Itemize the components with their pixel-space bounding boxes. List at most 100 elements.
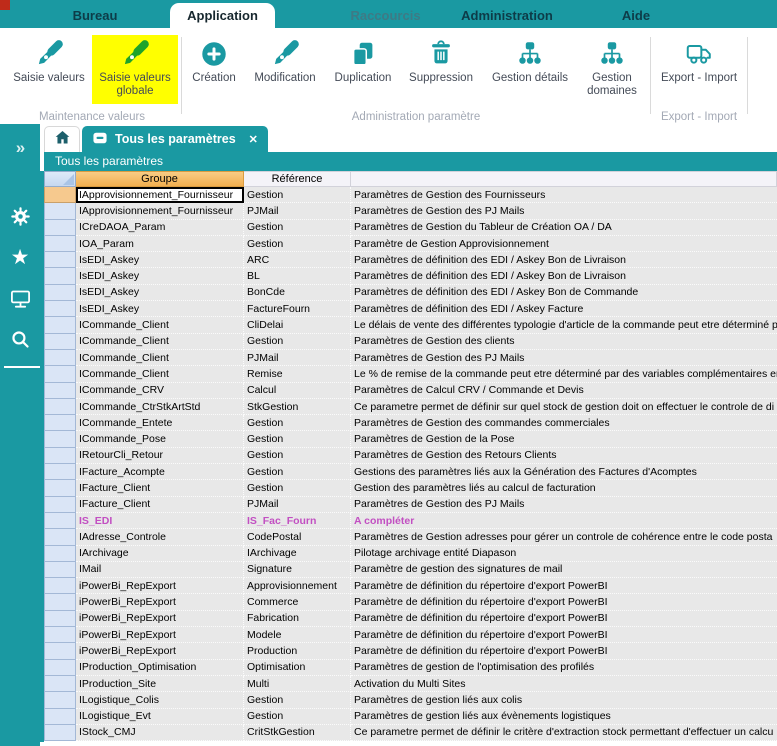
row-selector[interactable] <box>44 497 76 513</box>
row-selector[interactable] <box>44 383 76 399</box>
cell-groupe[interactable]: IFacture_Client <box>76 497 244 513</box>
cell-designation[interactable]: Paramètre de Gestion Approvisionnement <box>351 236 777 252</box>
cell-groupe[interactable]: ICommande_CRV <box>76 383 244 399</box>
cell-groupe[interactable]: IsEDI_Askey <box>76 268 244 284</box>
monitor-icon[interactable] <box>0 286 40 311</box>
cell-reference[interactable]: PJMail <box>244 497 351 513</box>
cell-designation[interactable]: Paramètres de Gestion de la Pose <box>351 431 777 447</box>
cell-reference[interactable]: ARC <box>244 252 351 268</box>
cell-designation[interactable]: Paramètres de Gestion des clients <box>351 334 777 350</box>
row-selector[interactable] <box>44 187 76 203</box>
ribbon-button-suppression[interactable]: Suppression <box>399 35 483 104</box>
cell-reference[interactable]: Gestion <box>244 431 351 447</box>
cell-reference[interactable]: Gestion <box>244 448 351 464</box>
cell-designation[interactable]: Paramètres de définition des EDI / Askey… <box>351 268 777 284</box>
cell-groupe[interactable]: IsEDI_Askey <box>76 301 244 317</box>
row-selector[interactable] <box>44 464 76 480</box>
cell-groupe[interactable]: IOA_Param <box>76 236 244 252</box>
cell-groupe[interactable]: ICreDAOA_Param <box>76 220 244 236</box>
cell-groupe[interactable]: IProduction_Site <box>76 676 244 692</box>
cell-groupe[interactable]: IProduction_Optimisation <box>76 660 244 676</box>
row-selector[interactable] <box>44 203 76 219</box>
cell-reference[interactable]: Gestion <box>244 464 351 480</box>
cell-reference[interactable]: CritStkGestion <box>244 725 351 741</box>
cell-designation[interactable]: Paramètre de définition du répertoire d'… <box>351 627 777 643</box>
cell-groupe[interactable]: ICommande_Client <box>76 317 244 333</box>
select-all-corner[interactable] <box>44 171 76 187</box>
row-selector[interactable] <box>44 611 76 627</box>
cell-designation[interactable]: Gestions des paramètres liés aux la Géné… <box>351 464 777 480</box>
cell-reference[interactable]: BonCde <box>244 285 351 301</box>
cell-reference[interactable]: CliDelai <box>244 317 351 333</box>
row-selector[interactable] <box>44 236 76 252</box>
cell-designation[interactable]: Paramètre de gestion des signatures de m… <box>351 562 777 578</box>
row-selector[interactable] <box>44 513 76 529</box>
cell-designation[interactable]: Le % de remise de la commande peut etre … <box>351 366 777 382</box>
cell-designation[interactable]: Paramètres de Gestion des PJ Mails <box>351 497 777 513</box>
cell-designation[interactable]: Paramètres de définition des EDI / Askey… <box>351 301 777 317</box>
cell-designation[interactable]: Ce parametre permet de définir sur quel … <box>351 399 777 415</box>
row-selector[interactable] <box>44 594 76 610</box>
cell-reference[interactable]: Signature <box>244 562 351 578</box>
cell-reference[interactable]: Production <box>244 643 351 659</box>
ribbon-button-creation[interactable]: Création <box>185 35 243 104</box>
menu-item-raccourcis[interactable]: Raccourcis <box>333 4 438 28</box>
ribbon-button-export-import[interactable]: Export - Import <box>654 35 744 104</box>
cell-groupe[interactable]: IMail <box>76 562 244 578</box>
cell-groupe[interactable]: ICommande_Client <box>76 334 244 350</box>
cell-groupe[interactable]: iPowerBi_RepExport <box>76 594 244 610</box>
ribbon-button-gestion-domaines[interactable]: Gestion domaines <box>577 35 647 104</box>
star-icon[interactable]: ★ <box>0 247 40 268</box>
ribbon-button-saisie-valeurs-globale[interactable]: Saisie valeurs globale <box>92 35 178 104</box>
row-selector[interactable] <box>44 725 76 741</box>
cell-reference[interactable]: Modele <box>244 627 351 643</box>
row-selector[interactable] <box>44 431 76 447</box>
cell-designation[interactable]: Paramètre de définition du répertoire d'… <box>351 611 777 627</box>
cell-groupe[interactable]: IsEDI_Askey <box>76 285 244 301</box>
column-header-reference[interactable]: Référence <box>244 171 351 187</box>
cell-groupe[interactable]: iPowerBi_RepExport <box>76 578 244 594</box>
cell-reference[interactable]: Optimisation <box>244 660 351 676</box>
cell-reference[interactable]: Fabrication <box>244 611 351 627</box>
cell-designation[interactable]: Activation du Multi Sites <box>351 676 777 692</box>
row-selector[interactable] <box>44 317 76 333</box>
cell-reference[interactable]: Multi <box>244 676 351 692</box>
cell-designation[interactable]: Pilotage archivage entité Diapason <box>351 546 777 562</box>
row-selector[interactable] <box>44 350 76 366</box>
row-selector[interactable] <box>44 529 76 545</box>
cell-designation[interactable]: Paramètres de Calcul CRV / Commande et D… <box>351 383 777 399</box>
cell-groupe[interactable]: ICommande_Entete <box>76 415 244 431</box>
cell-designation[interactable]: Paramètres de Gestion adresses pour gére… <box>351 529 777 545</box>
row-selector[interactable] <box>44 415 76 431</box>
cell-groupe[interactable]: iPowerBi_RepExport <box>76 611 244 627</box>
cell-designation[interactable]: Paramètres de Gestion des PJ Mails <box>351 350 777 366</box>
menu-item-bureau[interactable]: Bureau <box>55 4 135 28</box>
cell-groupe[interactable]: ICommande_Client <box>76 366 244 382</box>
cell-groupe[interactable]: IsEDI_Askey <box>76 252 244 268</box>
cell-designation[interactable]: A compléter <box>351 513 777 529</box>
cell-reference[interactable]: CodePostal <box>244 529 351 545</box>
tab-home[interactable] <box>44 126 80 152</box>
menu-item-application[interactable]: Application <box>170 3 275 28</box>
cell-groupe[interactable]: IFacture_Acompte <box>76 464 244 480</box>
cell-groupe[interactable]: ICommande_CtrStkArtStd <box>76 399 244 415</box>
row-selector[interactable] <box>44 480 76 496</box>
cell-reference[interactable]: FactureFourn <box>244 301 351 317</box>
cell-groupe[interactable]: IArchivage <box>76 546 244 562</box>
ribbon-button-saisie-valeurs[interactable]: Saisie valeurs <box>6 35 92 104</box>
cell-reference[interactable]: IArchivage <box>244 546 351 562</box>
row-selector[interactable] <box>44 399 76 415</box>
cell-groupe[interactable]: ICommande_Pose <box>76 431 244 447</box>
row-selector[interactable] <box>44 676 76 692</box>
cell-reference[interactable]: PJMail <box>244 203 351 219</box>
row-selector[interactable] <box>44 546 76 562</box>
cell-designation[interactable]: Paramètres de gestion de l'optimisation … <box>351 660 777 676</box>
cell-reference[interactable]: Gestion <box>244 187 351 203</box>
cell-reference[interactable]: Gestion <box>244 709 351 725</box>
row-selector[interactable] <box>44 252 76 268</box>
cell-designation[interactable]: Paramètres de Gestion des commandes comm… <box>351 415 777 431</box>
row-selector[interactable] <box>44 268 76 284</box>
row-selector[interactable] <box>44 643 76 659</box>
cell-reference[interactable]: Gestion <box>244 334 351 350</box>
cell-reference[interactable]: Gestion <box>244 220 351 236</box>
